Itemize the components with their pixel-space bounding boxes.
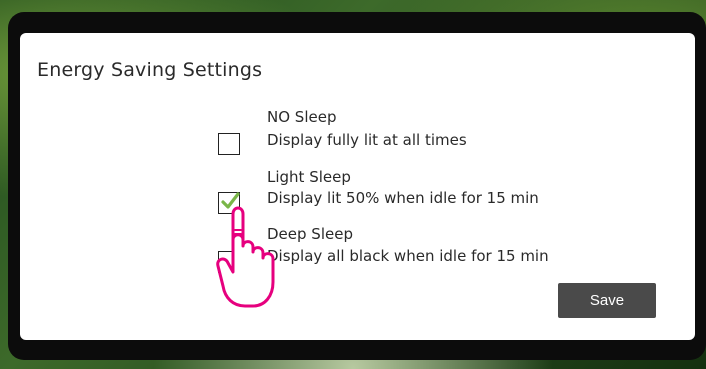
option-description: Display lit 50% when idle for 15 min: [267, 189, 539, 207]
light-sleep-checkbox[interactable]: [218, 192, 240, 214]
dialog-title: Energy Saving Settings: [37, 59, 263, 81]
option-description: Display all black when idle for 15 min: [267, 247, 549, 265]
desktop-background: Energy Saving Settings NO Sleep Display …: [0, 0, 706, 369]
option-name: Light Sleep: [267, 168, 351, 186]
save-button[interactable]: Save: [558, 283, 656, 318]
option-description: Display fully lit at all times: [267, 131, 467, 149]
checkmark-icon: [221, 192, 240, 209]
option-name: Deep Sleep: [267, 225, 353, 243]
option-deep-sleep: Deep Sleep Display all black when idle f…: [20, 223, 695, 283]
deep-sleep-checkbox[interactable]: [218, 251, 240, 273]
option-no-sleep: NO Sleep Display fully lit at all times: [20, 105, 695, 165]
option-light-sleep: Light Sleep Display lit 50% when idle fo…: [20, 165, 695, 225]
option-name: NO Sleep: [267, 108, 337, 126]
energy-saving-dialog: Energy Saving Settings NO Sleep Display …: [20, 33, 695, 340]
no-sleep-checkbox[interactable]: [218, 133, 240, 155]
